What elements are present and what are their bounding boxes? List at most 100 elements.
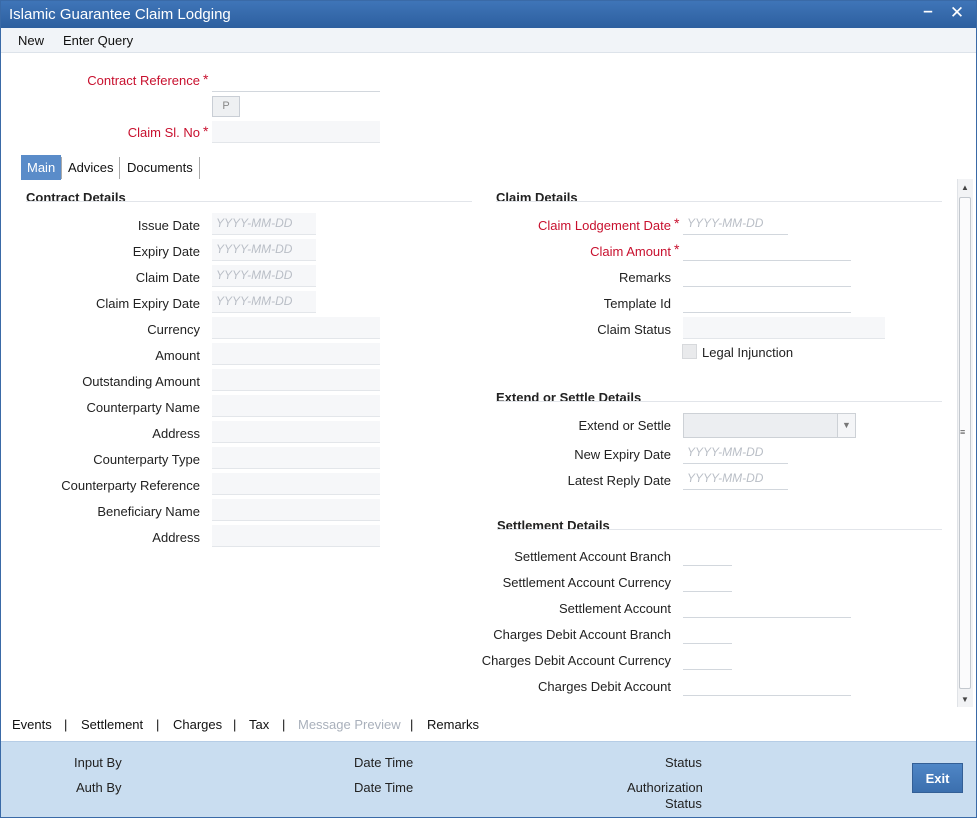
charges-link[interactable]: Charges	[173, 717, 222, 732]
claim-amount-input[interactable]	[683, 239, 851, 261]
claim-status-input[interactable]	[683, 317, 885, 339]
auth-date-time-label: Date Time	[354, 780, 414, 795]
chevron-down-icon[interactable]: ▼	[837, 414, 855, 437]
legal-injunction-label: Legal Injunction	[702, 345, 794, 360]
link-separator: |	[282, 717, 286, 732]
link-separator: |	[233, 717, 237, 732]
extend-settle-heading: Extend or Settle Details	[496, 390, 642, 405]
beneficiary-address-label: Address	[152, 530, 200, 545]
settlement-account-branch-label: Settlement Account Branch	[514, 549, 671, 564]
counterparty-name-input[interactable]	[212, 395, 380, 417]
settlement-account-branch-input[interactable]	[683, 544, 732, 566]
claim-lodgement-date-input[interactable]: YYYY-MM-DD	[683, 213, 788, 235]
claim-lodgement-date-label: Claim Lodgement Date	[538, 218, 671, 233]
latest-reply-date-input[interactable]: YYYY-MM-DD	[683, 468, 788, 490]
amount-input[interactable]	[212, 343, 380, 365]
claim-expiry-date-input[interactable]: YYYY-MM-DD	[212, 291, 316, 313]
charges-debit-account-input[interactable]	[683, 674, 851, 696]
settlement-account-input[interactable]	[683, 596, 851, 618]
new-expiry-date-input[interactable]: YYYY-MM-DD	[683, 442, 788, 464]
remarks-input[interactable]	[683, 265, 851, 287]
template-id-input[interactable]	[683, 291, 851, 313]
extend-or-settle-select[interactable]: ▼	[683, 413, 856, 438]
menu-bar: New Enter Query	[1, 28, 976, 53]
remarks-label: Remarks	[618, 270, 671, 285]
required-marker: *	[203, 71, 209, 87]
contract-details-heading: Contract Details	[26, 190, 126, 205]
outstanding-amount-label: Outstanding Amount	[82, 374, 200, 389]
message-preview-link: Message Preview	[298, 717, 401, 732]
charges-debit-account-branch-input[interactable]	[683, 622, 732, 644]
close-icon[interactable]: ✕	[948, 3, 966, 23]
latest-reply-date-label: Latest Reply Date	[567, 473, 671, 488]
claim-sl-no-input[interactable]	[212, 121, 380, 143]
required-marker: *	[203, 123, 209, 139]
expiry-date-label: Expiry Date	[132, 244, 200, 259]
link-separator: |	[156, 717, 160, 732]
scroll-up-icon[interactable]: ▲	[961, 183, 969, 192]
scrollbar-thumb[interactable]	[959, 197, 971, 689]
grip-icon: ≡	[960, 427, 966, 437]
settlement-account-currency-label: Settlement Account Currency	[502, 575, 671, 590]
address-input[interactable]	[212, 421, 380, 443]
beneficiary-name-label: Beneficiary Name	[97, 504, 200, 519]
settlement-account-label: Settlement Account	[558, 601, 671, 616]
amount-label: Amount	[155, 348, 200, 363]
settlement-link[interactable]: Settlement	[81, 717, 143, 732]
vertical-scrollbar[interactable]: ▲ ≡ ▼	[957, 179, 973, 707]
legal-injunction-checkbox[interactable]	[682, 344, 697, 359]
minimize-icon[interactable]: –	[919, 1, 937, 21]
extend-or-settle-label: Extend or Settle	[578, 418, 672, 433]
settlement-details-heading: Settlement Details	[497, 518, 610, 533]
currency-input[interactable]	[212, 317, 380, 339]
section-divider	[26, 201, 472, 202]
tab-main[interactable]: Main	[21, 155, 62, 180]
counterparty-name-label: Counterparty Name	[86, 400, 200, 415]
settlement-account-currency-input[interactable]	[683, 570, 732, 592]
tab-separator	[199, 157, 200, 179]
section-divider	[496, 201, 942, 202]
charges-debit-account-branch-label: Charges Debit Account Branch	[493, 627, 671, 642]
contract-reference-label: Contract Reference	[87, 73, 200, 88]
exit-button[interactable]: Exit	[912, 763, 963, 793]
claim-date-input[interactable]: YYYY-MM-DD	[212, 265, 316, 287]
claim-details-heading: Claim Details	[496, 190, 578, 205]
link-separator: |	[410, 717, 414, 732]
currency-label: Currency	[147, 322, 200, 337]
contract-reference-input[interactable]	[212, 70, 380, 92]
input-by-label: Input By	[74, 755, 122, 770]
sub-screen-links: Events | Settlement | Charges | Tax | Me…	[1, 707, 976, 741]
counterparty-type-input[interactable]	[212, 447, 380, 469]
new-menu-item[interactable]: New	[18, 33, 44, 48]
tab-advices[interactable]: Advices	[62, 155, 120, 180]
outstanding-amount-input[interactable]	[212, 369, 380, 391]
address-label: Address	[152, 426, 200, 441]
tab-documents[interactable]: Documents	[121, 155, 199, 180]
counterparty-reference-input[interactable]	[212, 473, 380, 495]
enter-query-menu-item[interactable]: Enter Query	[63, 33, 133, 48]
claim-lodging-window: Islamic Guarantee Claim Lodging – ✕ New …	[0, 0, 977, 818]
template-id-label: Template Id	[603, 296, 671, 311]
p-button[interactable]: P	[212, 96, 240, 117]
events-link[interactable]: Events	[12, 717, 52, 732]
claim-sl-no-label: Claim Sl. No	[127, 125, 200, 140]
input-date-time-label: Date Time	[354, 755, 414, 770]
scroll-down-icon[interactable]: ▼	[961, 695, 969, 704]
authorization-label: Authorization	[627, 780, 703, 795]
claim-expiry-date-label: Claim Expiry Date	[95, 296, 200, 311]
remarks-link[interactable]: Remarks	[427, 717, 479, 732]
tax-link[interactable]: Tax	[249, 717, 269, 732]
expiry-date-input[interactable]: YYYY-MM-DD	[212, 239, 316, 261]
charges-debit-account-currency-input[interactable]	[683, 648, 732, 670]
beneficiary-address-input[interactable]	[212, 525, 380, 547]
issue-date-label: Issue Date	[137, 218, 200, 233]
window-title: Islamic Guarantee Claim Lodging	[9, 6, 231, 23]
beneficiary-name-input[interactable]	[212, 499, 380, 521]
charges-debit-account-currency-label: Charges Debit Account Currency	[481, 653, 671, 668]
counterparty-type-label: Counterparty Type	[93, 452, 200, 467]
link-separator: |	[64, 717, 68, 732]
issue-date-input[interactable]: YYYY-MM-DD	[212, 213, 316, 235]
section-divider	[496, 401, 942, 402]
title-bar: Islamic Guarantee Claim Lodging – ✕	[1, 1, 976, 28]
claim-amount-label: Claim Amount	[590, 244, 671, 259]
